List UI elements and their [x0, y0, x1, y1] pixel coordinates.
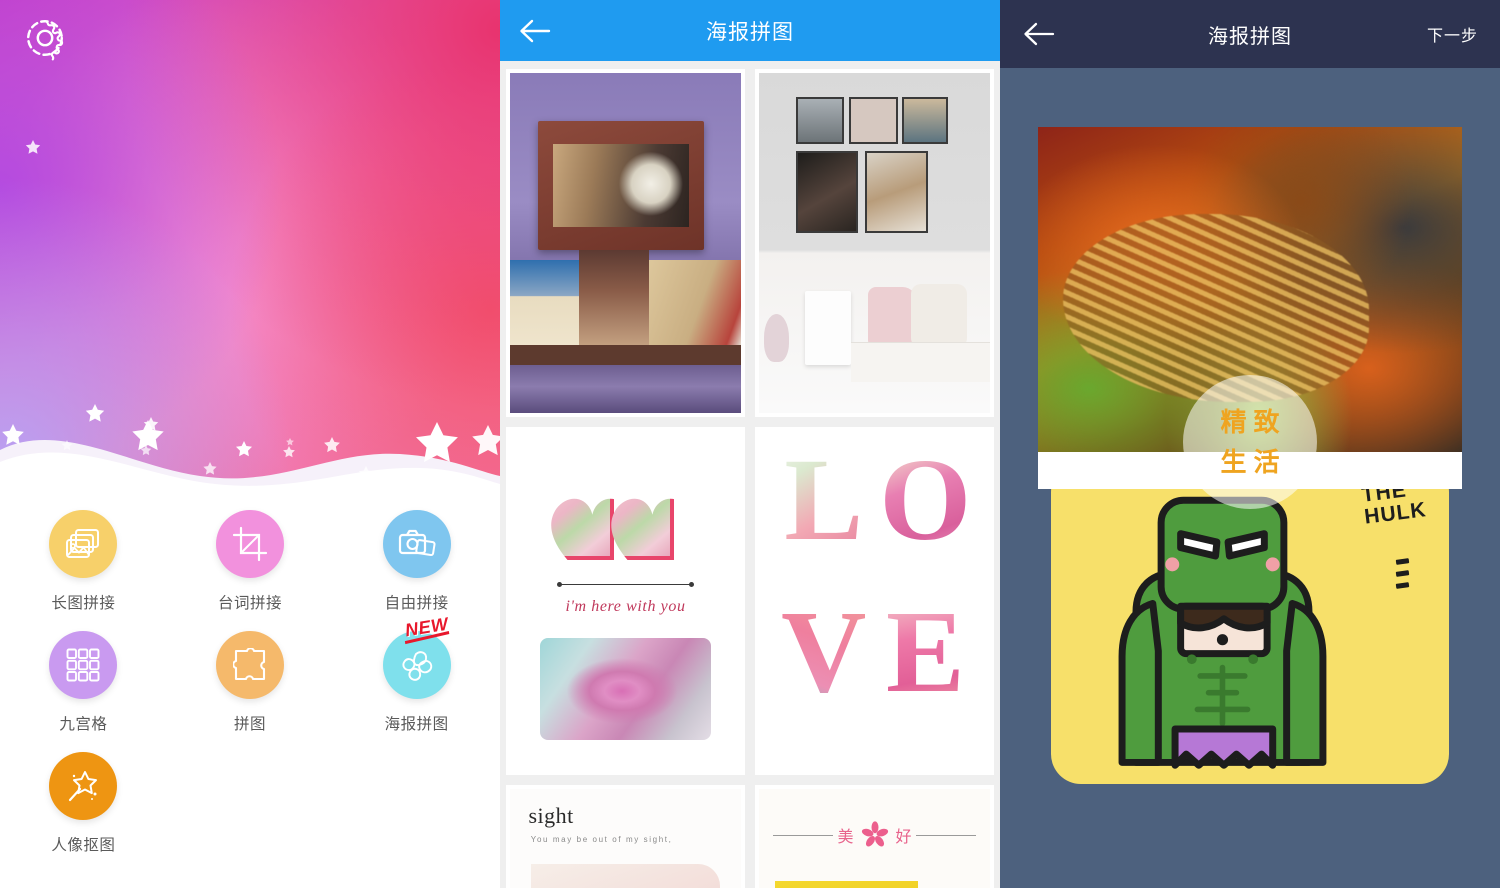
home-hero-gradient [0, 0, 500, 500]
stacked-photos-icon [66, 529, 100, 558]
tool-long-image-stitch[interactable]: 长图拼接 [0, 510, 167, 613]
tool-portrait-cutout[interactable]: 人像抠图 [0, 752, 167, 855]
tool-free-stitch[interactable]: 自由拼接 [333, 510, 500, 613]
grid-nine-icon [66, 648, 100, 682]
tool-label: 台词拼接 [217, 595, 282, 612]
back-arrow-icon[interactable] [1022, 21, 1056, 47]
editor-canvas-area: THE HULK 精致 生活 [1000, 68, 1500, 888]
template-list-screen: 海报拼图 i'm here with you L O V E sight You… [500, 0, 1000, 888]
editor-topbar: 海报拼图 下一步 [1000, 0, 1500, 68]
poster-canvas[interactable]: THE HULK 精致 生活 [1038, 127, 1462, 784]
photo-slot-2[interactable]: THE HULK [1038, 462, 1462, 784]
hero-wave-shape [0, 439, 500, 500]
template-card-6[interactable]: 美 好 Best / Wish [755, 785, 994, 888]
tool-label: 九宫格 [59, 716, 108, 733]
template-card-1[interactable] [506, 69, 745, 417]
new-badge: NEW [403, 613, 450, 641]
next-step-button[interactable]: 下一步 [1427, 22, 1478, 46]
back-arrow-icon[interactable] [518, 18, 552, 44]
hulk-character-illustration [1118, 496, 1326, 769]
template-subheading: You may be out of my sight, [530, 834, 673, 844]
love-letter-o: O [875, 441, 977, 601]
poster-collage-icon [402, 651, 432, 681]
template-char-left: 美 [837, 829, 854, 846]
template-card-3[interactable]: i'm here with you [506, 427, 745, 775]
magic-wand-icon [69, 771, 98, 802]
home-screen: 长图拼接 台词拼接 自由拼接 九宫格 拼图 NEW 海报拼图 人像抠图 [0, 0, 500, 888]
template-card-5[interactable]: sight You may be out of my sight, [506, 785, 745, 888]
love-letter-l: L [773, 441, 875, 601]
tool-poster-collage[interactable]: NEW 海报拼图 [333, 614, 500, 734]
hulk-speed-lines [1396, 557, 1410, 595]
crop-icon [232, 526, 268, 562]
template-grid: i'm here with you L O V E sight You may … [500, 61, 1000, 888]
puzzle-piece-icon [232, 648, 266, 681]
tool-label: 海报拼图 [384, 716, 449, 733]
tool-label: 自由拼接 [384, 595, 449, 612]
watermark-bubble[interactable]: 精致 生活 [1183, 375, 1317, 510]
page-title: 海报拼图 [1208, 25, 1292, 48]
poster-editor-screen: 海报拼图 下一步 THE HULK 精致 生活 [1000, 0, 1500, 888]
tool-label: 拼图 [233, 716, 266, 733]
template-list-topbar: 海报拼图 [500, 0, 1000, 61]
tool-collage[interactable]: 拼图 [167, 631, 334, 734]
page-title: 海报拼图 [706, 20, 794, 44]
template-card-2[interactable] [755, 69, 994, 417]
template-caption: i'm here with you [565, 597, 686, 615]
tool-label: 长图拼接 [51, 595, 116, 612]
cherry-blossom-icon [861, 821, 888, 847]
tool-subtitle-stitch[interactable]: 台词拼接 [167, 510, 334, 613]
watermark-line-2: 生活 [1220, 447, 1287, 478]
tool-nine-grid[interactable]: 九宫格 [0, 631, 167, 734]
camera-icon [398, 529, 436, 557]
template-heading: sight [528, 802, 574, 828]
noodle-texture [1063, 214, 1369, 402]
template-card-4[interactable]: L O V E [755, 427, 994, 775]
template-char-right: 好 [895, 829, 912, 846]
tool-label: 人像抠图 [51, 837, 116, 854]
tool-grid: 长图拼接 台词拼接 自由拼接 九宫格 拼图 NEW 海报拼图 人像抠图 [0, 510, 500, 855]
gear-icon[interactable] [22, 15, 68, 61]
app-root: 长图拼接 台词拼接 自由拼接 九宫格 拼图 NEW 海报拼图 人像抠图 海报拼图… [0, 0, 1500, 888]
watermark-line-1: 精致 [1220, 407, 1287, 438]
love-letter-e: E [875, 593, 977, 753]
love-letter-v: V [773, 593, 875, 753]
